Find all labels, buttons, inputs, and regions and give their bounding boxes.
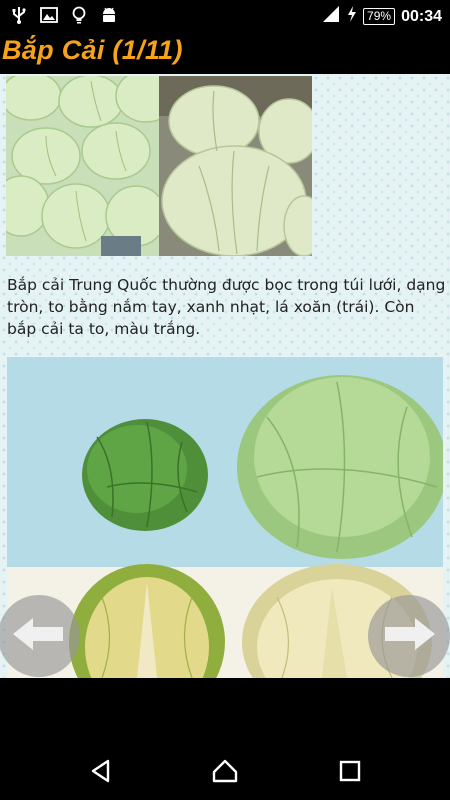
top-photo-row xyxy=(6,76,313,256)
battery-indicator: 79% xyxy=(363,8,396,25)
status-bar: 79% 00:34 xyxy=(0,0,450,32)
back-icon xyxy=(90,759,112,787)
system-status: 79% 00:34 xyxy=(321,5,442,28)
image-icon xyxy=(40,6,58,24)
article-caption: Bắp cải Trung Quốc thường được bọc trong… xyxy=(7,276,446,338)
next-page-button[interactable] xyxy=(368,595,450,677)
cabbage-pile-photo xyxy=(6,76,159,256)
charging-icon xyxy=(347,5,357,28)
back-button[interactable] xyxy=(86,758,116,788)
home-button[interactable] xyxy=(210,758,240,788)
lightbulb-icon xyxy=(70,6,88,24)
page-title: Bắp Cải (1/11) xyxy=(2,35,183,65)
title-bar: Bắp Cải (1/11) xyxy=(0,32,450,74)
home-icon xyxy=(212,759,238,787)
arrow-left-icon xyxy=(11,614,67,658)
cabbage-closeup-photo xyxy=(159,76,312,256)
notification-icons xyxy=(10,6,118,24)
signal-icon xyxy=(321,5,341,28)
system-navigation-bar xyxy=(0,678,450,800)
previous-page-button[interactable] xyxy=(0,595,80,677)
android-icon xyxy=(100,6,118,24)
clock: 00:34 xyxy=(401,7,442,25)
usb-icon xyxy=(10,6,28,24)
recents-icon xyxy=(339,760,361,786)
article-content[interactable]: Bắp cải Trung Quốc thường được bọc trong… xyxy=(0,74,450,678)
recents-button[interactable] xyxy=(335,758,365,788)
arrow-right-icon xyxy=(381,614,437,658)
